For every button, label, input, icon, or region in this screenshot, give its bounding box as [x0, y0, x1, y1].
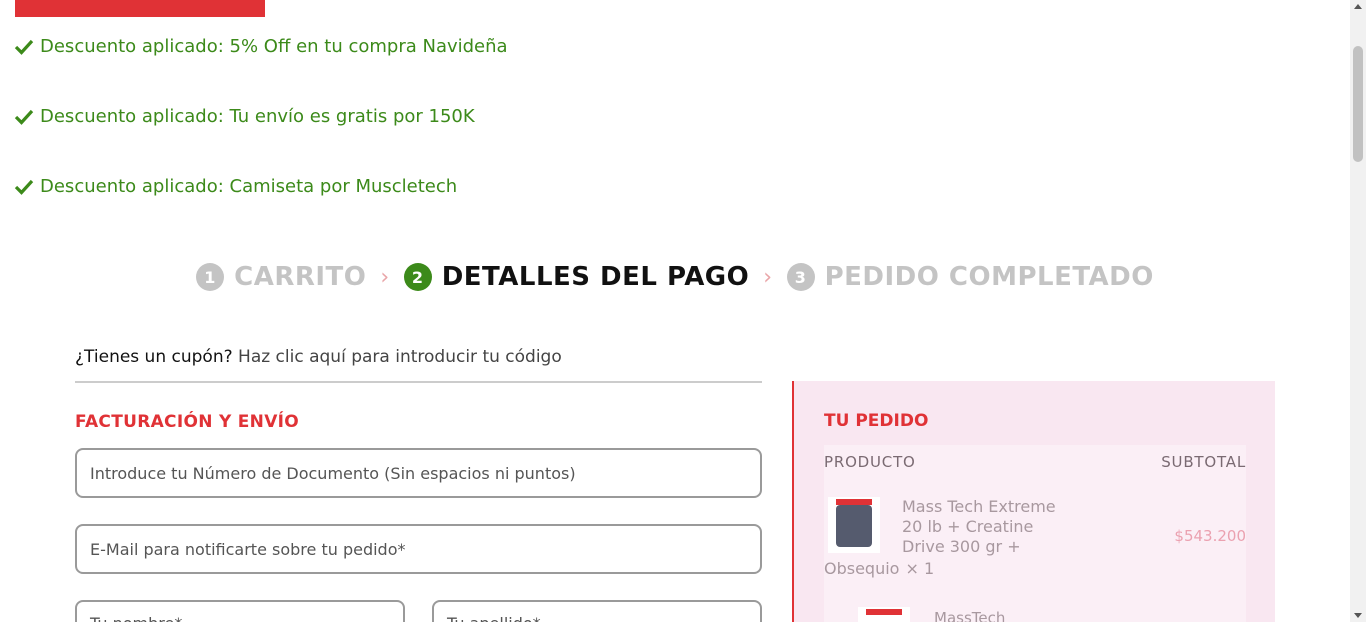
- step-order-complete: 3 PEDIDO COMPLETADO: [786, 262, 1154, 292]
- product-name[interactable]: Mass Tech Extreme 20 lb + Creatine Drive…: [902, 497, 1062, 557]
- discount-notice: Descuento aplicado: Camiseta por Musclet…: [14, 176, 457, 197]
- product-name[interactable]: MassTech: [934, 609, 1005, 622]
- document-number-placeholder: Introduce tu Número de Documento (Sin es…: [90, 463, 576, 483]
- check-icon: [14, 177, 34, 197]
- chevron-right-icon: ›: [763, 264, 773, 290]
- step-payment-details: 2 DETALLES DEL PAGO: [403, 262, 750, 292]
- product-quantity: × 1: [905, 559, 935, 578]
- scroll-down-icon[interactable]: [1354, 613, 1362, 618]
- discount-notice: Descuento aplicado: Tu envío es gratis p…: [14, 106, 475, 127]
- last-name-placeholder: Tu apellido*: [447, 614, 541, 622]
- last-name-input[interactable]: Tu apellido*: [432, 600, 762, 622]
- email-input[interactable]: E-Mail para notificarte sobre tu pedido*: [75, 524, 762, 574]
- step-label: DETALLES DEL PAGO: [441, 262, 750, 292]
- step-label: CARRITO: [234, 262, 367, 292]
- product-price: $543.200: [1174, 527, 1246, 545]
- coupon-link[interactable]: Haz clic aquí para introducir tu código: [238, 347, 562, 367]
- discount-notice-text: Descuento aplicado: Tu envío es gratis p…: [40, 106, 475, 127]
- order-table: PRODUCTO SUBTOTAL Mass Tech Extreme 20 l…: [824, 445, 1246, 622]
- scrollbar[interactable]: [1350, 0, 1366, 622]
- order-title: TU PEDIDO: [824, 411, 929, 431]
- first-name-placeholder: Tu nombre*: [90, 614, 182, 622]
- coupon-question: ¿Tienes un cupón?: [75, 347, 233, 367]
- scroll-up-icon[interactable]: [1354, 4, 1362, 9]
- coupon-prompt: ¿Tienes un cupón? Haz clic aquí para int…: [75, 347, 562, 367]
- step-number: 1: [196, 263, 225, 291]
- product-name-tail: Obsequio × 1: [824, 559, 934, 578]
- product-thumbnail[interactable]: [858, 607, 910, 622]
- column-header-product: PRODUCTO: [824, 453, 916, 471]
- first-name-input[interactable]: Tu nombre*: [75, 600, 405, 622]
- document-number-input[interactable]: Introduce tu Número de Documento (Sin es…: [75, 448, 762, 498]
- top-red-button[interactable]: [15, 0, 265, 17]
- chevron-right-icon: ›: [380, 264, 390, 290]
- divider: [75, 381, 762, 383]
- discount-notice-text: Descuento aplicado: Camiseta por Musclet…: [40, 176, 458, 197]
- billing-section-title: FACTURACIÓN Y ENVÍO: [75, 412, 300, 432]
- scroll-thumb[interactable]: [1353, 46, 1363, 162]
- step-number: 3: [786, 263, 815, 291]
- discount-notice-text: Descuento aplicado: 5% Off en tu compra …: [40, 36, 508, 57]
- column-header-subtotal: SUBTOTAL: [1161, 453, 1246, 471]
- email-placeholder: E-Mail para notificarte sobre tu pedido*: [90, 539, 406, 559]
- check-icon: [14, 37, 34, 57]
- check-icon: [14, 107, 34, 127]
- discount-notice: Descuento aplicado: 5% Off en tu compra …: [14, 36, 508, 57]
- step-label: PEDIDO COMPLETADO: [824, 262, 1154, 292]
- order-summary: TU PEDIDO PRODUCTO SUBTOTAL Mass Tech Ex…: [792, 381, 1275, 622]
- product-thumbnail[interactable]: [828, 497, 880, 553]
- product-name-tail-text: Obsequio: [824, 559, 900, 578]
- step-number: 2: [403, 263, 432, 291]
- step-cart[interactable]: 1 CARRITO: [196, 262, 366, 292]
- checkout-steps: 1 CARRITO › 2 DETALLES DEL PAGO › 3 PEDI…: [0, 262, 1350, 292]
